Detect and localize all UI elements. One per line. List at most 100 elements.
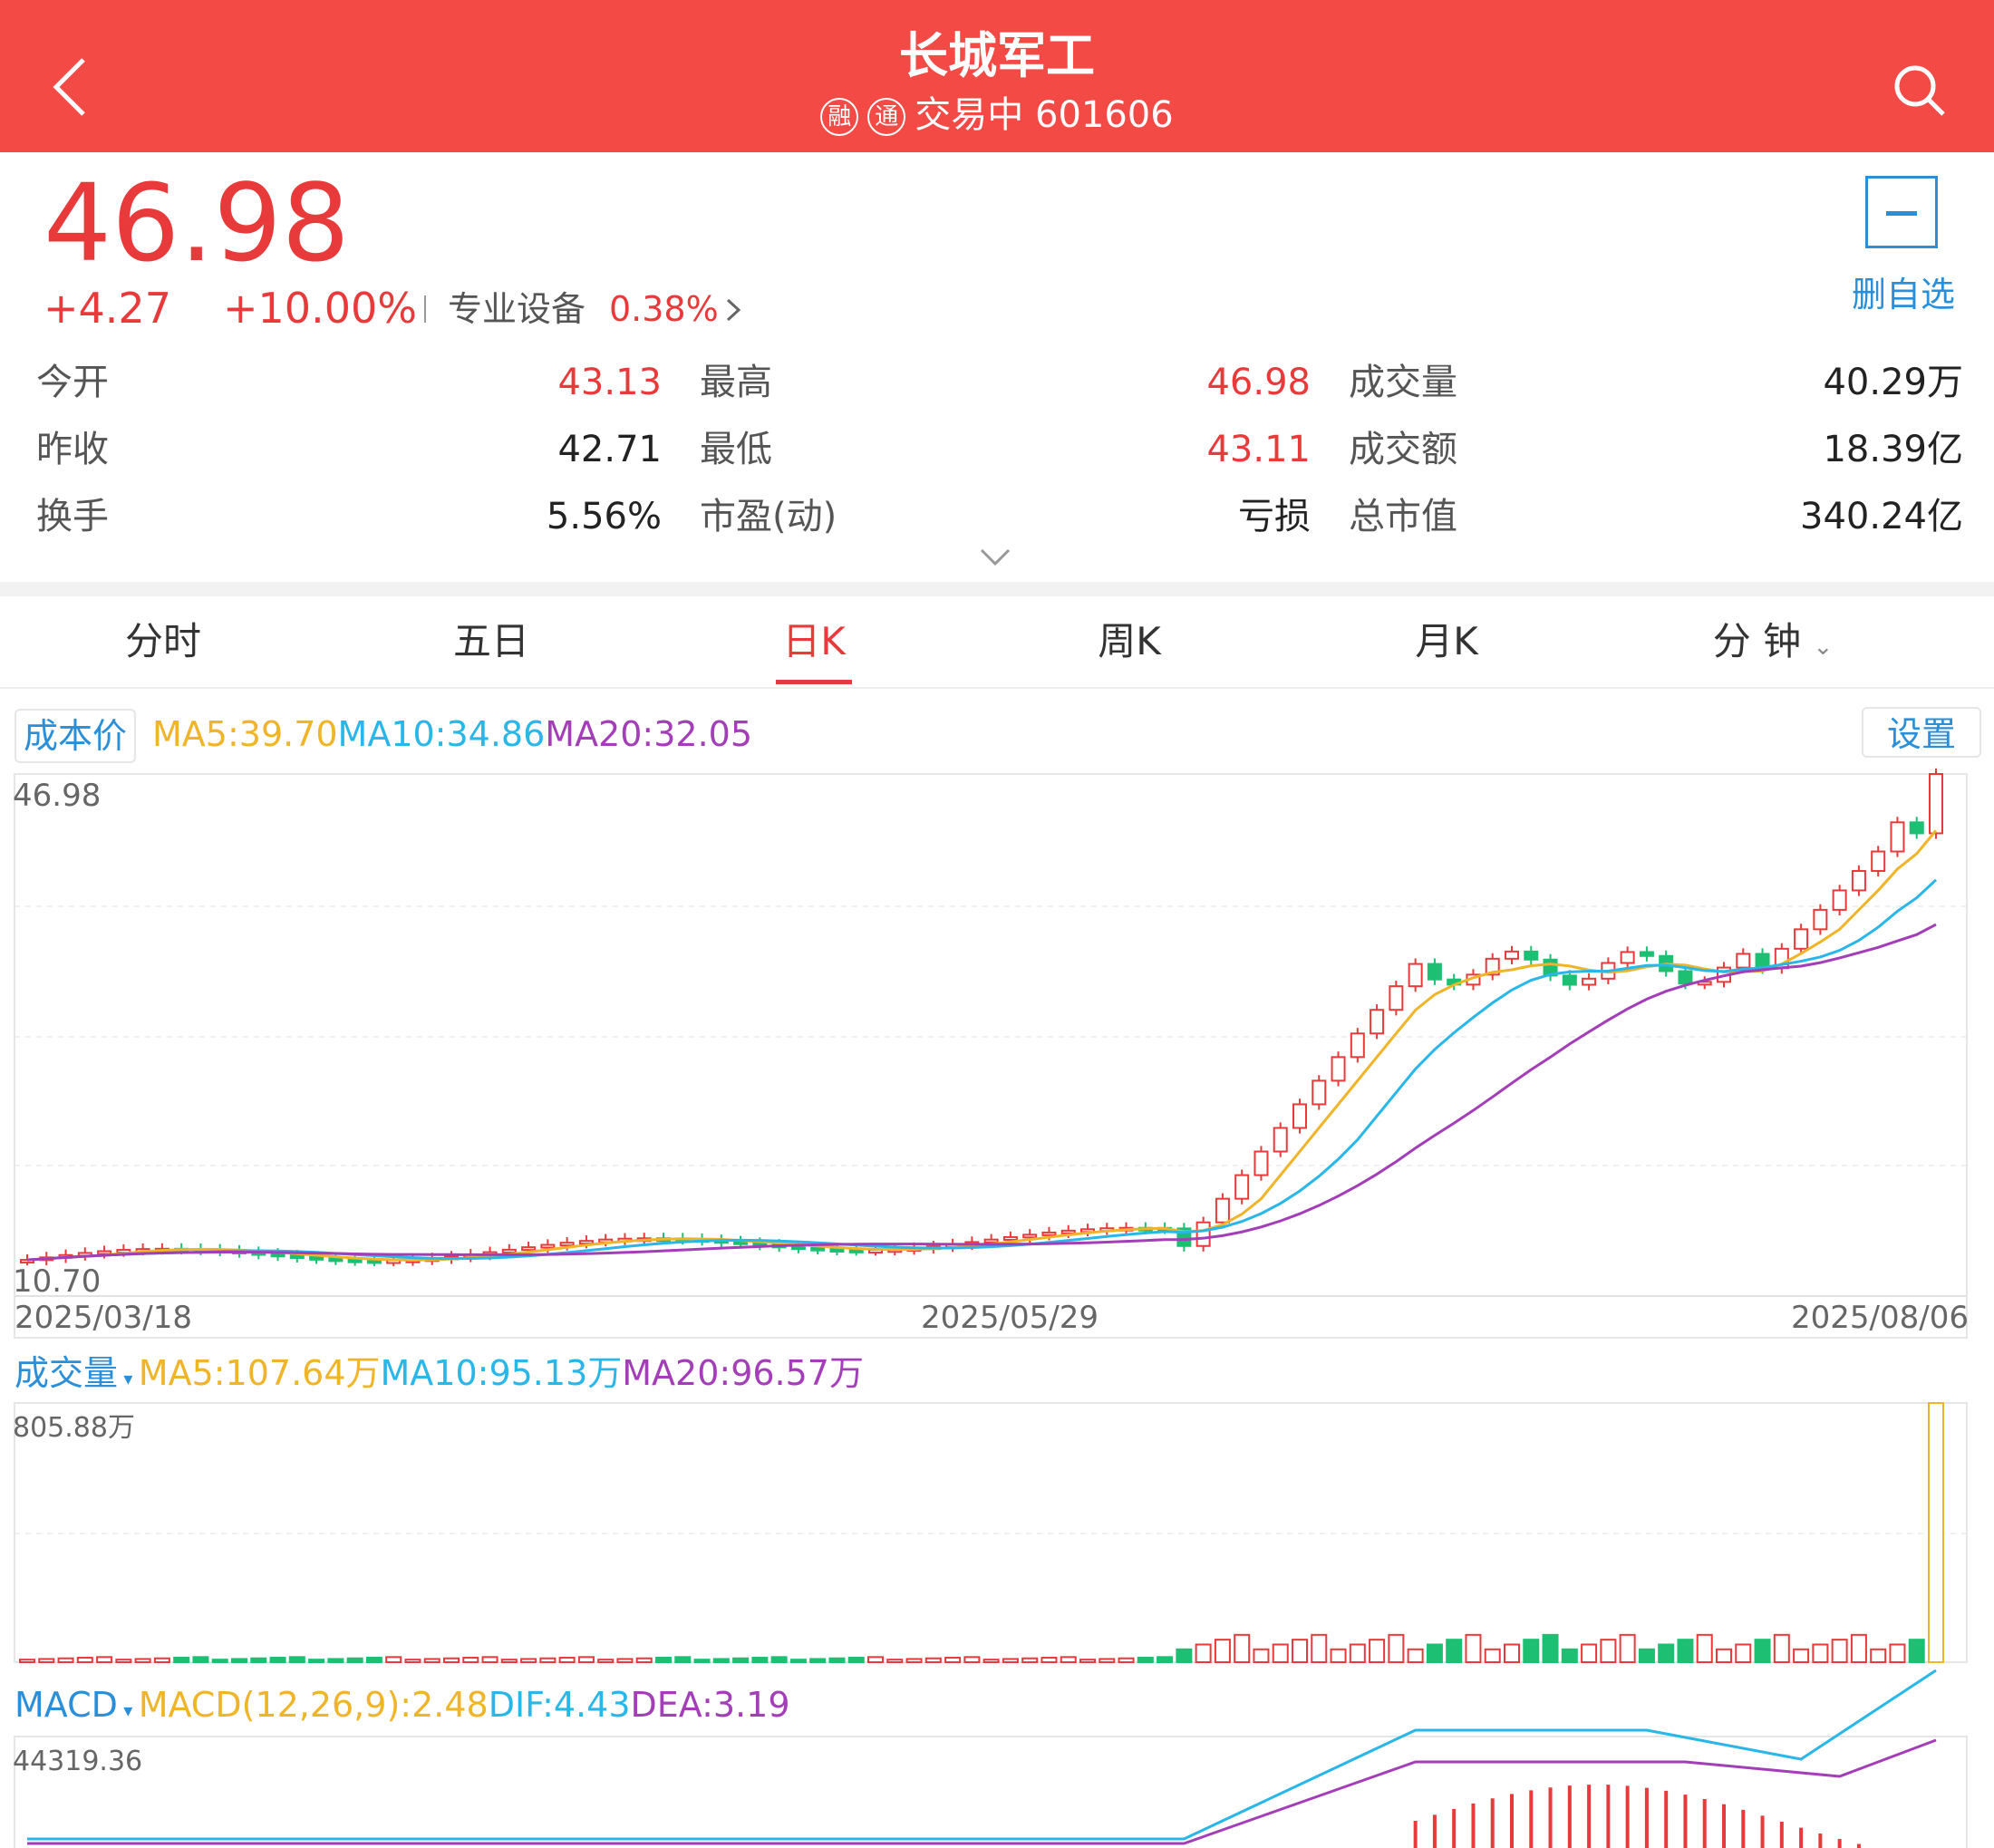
candle-body: [1312, 1079, 1327, 1106]
candle-body: [366, 1259, 382, 1264]
candle-body: [1002, 1235, 1018, 1241]
candle-body: [1273, 1127, 1288, 1153]
volume-bar: [597, 1659, 615, 1664]
ma10-line: [26, 878, 1938, 1262]
candle-body: [270, 1253, 286, 1258]
volume-bar: [905, 1658, 923, 1663]
candle-body: [848, 1248, 864, 1253]
candle-body: [1929, 773, 1943, 835]
candle-body: [328, 1257, 344, 1263]
volume-bar: [327, 1658, 344, 1663]
volume-bar: [269, 1657, 286, 1663]
candle-body: [1505, 950, 1519, 960]
volume-bar: [1619, 1633, 1636, 1664]
volume-bar: [809, 1658, 827, 1663]
volume-bar: [751, 1657, 769, 1663]
volume-bar: [1908, 1639, 1925, 1664]
volume-bar: [1928, 1402, 1944, 1663]
volume-bar: [1157, 1656, 1174, 1664]
candle-body: [1851, 869, 1866, 892]
candle-body: [1909, 821, 1924, 835]
volume-bar: [655, 1657, 672, 1663]
volume-bar: [1735, 1643, 1752, 1663]
volume-bar: [867, 1656, 884, 1664]
volume-bar: [1716, 1648, 1732, 1663]
dea-line: [27, 1738, 1937, 1845]
candle-body: [1060, 1229, 1076, 1234]
volume-bar: [828, 1657, 846, 1664]
candle-body: [347, 1258, 363, 1263]
dropdown-caret-icon[interactable]: ▾: [118, 1368, 139, 1389]
candle-body: [1813, 908, 1828, 931]
candle-body: [1890, 821, 1905, 853]
candle-body: [1292, 1103, 1307, 1129]
volume-bar: [57, 1657, 74, 1664]
volume-label[interactable]: 成交量: [15, 1353, 118, 1393]
ma5-line: [26, 829, 1938, 1262]
candle-body: [309, 1255, 324, 1261]
date-label-start: 2025/03/18: [15, 1300, 192, 1336]
volume-bar: [1311, 1633, 1328, 1664]
volume-bar: [1349, 1643, 1366, 1663]
volume-bar: [250, 1657, 267, 1664]
volume-bar: [847, 1657, 865, 1663]
volume-bar: [1465, 1633, 1482, 1664]
candle-body: [1234, 1174, 1250, 1200]
volume-bar: [1773, 1633, 1790, 1664]
vol-ma10: MA10:95.13万: [380, 1353, 623, 1393]
candle-body: [289, 1254, 305, 1260]
candle-body: [1215, 1197, 1230, 1224]
volume-bar: [500, 1659, 518, 1664]
volume-bar: [1658, 1643, 1675, 1663]
volume-bar: [674, 1656, 692, 1664]
volume-bar: [770, 1656, 788, 1664]
candle-body: [1620, 951, 1635, 964]
volume-bar: [1581, 1643, 1598, 1663]
volume-bar: [1600, 1639, 1617, 1664]
candle-body: [1041, 1231, 1057, 1236]
candle-body: [1254, 1150, 1269, 1176]
volume-bar: [481, 1656, 498, 1664]
volume-bar: [789, 1659, 807, 1664]
volume-bar: [1484, 1648, 1501, 1663]
candle-body: [521, 1246, 537, 1252]
volume-y-max: 805.88万: [13, 1412, 135, 1444]
candle-body: [1582, 977, 1597, 986]
volume-bar: [134, 1658, 151, 1663]
volume-bar: [1812, 1643, 1829, 1663]
volume-bar: [1021, 1657, 1039, 1664]
macd-label[interactable]: MACD: [15, 1685, 118, 1725]
volume-bar: [1638, 1648, 1655, 1663]
volume-bar: [1137, 1657, 1154, 1663]
volume-bar: [1214, 1639, 1231, 1664]
volume-bar: [365, 1657, 382, 1663]
candle-body: [1389, 985, 1404, 1011]
volume-bar: [693, 1659, 711, 1664]
volume-bar: [520, 1658, 537, 1663]
volume-bar: [1407, 1648, 1424, 1663]
volume-bar: [38, 1658, 55, 1663]
volume-bar: [96, 1656, 113, 1664]
kline-chart[interactable]: [0, 0, 1994, 1848]
volume-bar: [1504, 1643, 1520, 1663]
volume-bar: [76, 1657, 93, 1663]
kline-y-max: 46.98: [13, 778, 102, 814]
volume-bar: [1002, 1658, 1019, 1663]
volume-legend[interactable]: 成交量 ▾ MA5:107.64万MA10:95.13万MA20:96.57万: [15, 1350, 864, 1401]
volume-bar: [1079, 1659, 1096, 1664]
candle-body: [1022, 1234, 1038, 1239]
volume-bar: [1889, 1643, 1906, 1663]
candle-body: [540, 1243, 556, 1249]
macd-legend[interactable]: MACD ▾ MACD(12,26,9):2.48DIF:4.43DEA:3.1…: [15, 1682, 790, 1733]
volume-bar: [1118, 1657, 1135, 1664]
vol-ma20: MA20:96.57万: [622, 1353, 864, 1393]
dropdown-caret-icon[interactable]: ▾: [118, 1699, 139, 1721]
volume-bar: [577, 1656, 595, 1664]
volume-bar: [192, 1656, 209, 1664]
candle-body: [829, 1247, 845, 1253]
candle-body: [1736, 953, 1751, 969]
volume-bar: [423, 1658, 440, 1663]
date-label-mid: 2025/05/29: [921, 1300, 1099, 1336]
candle-body: [1427, 963, 1442, 981]
volume-bar: [1446, 1639, 1463, 1664]
